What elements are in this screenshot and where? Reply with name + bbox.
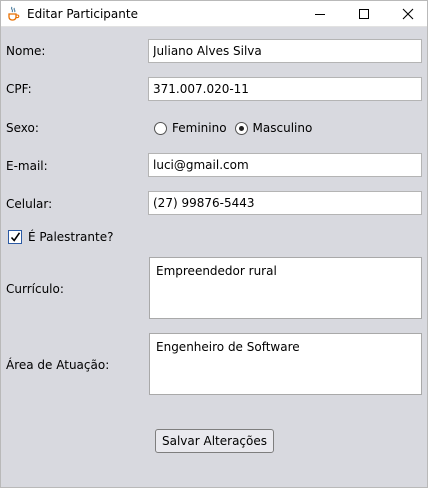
form-panel: Nome: CPF: Sexo: Feminino Masculino E-ma…: [1, 28, 427, 487]
email-field[interactable]: [148, 153, 422, 177]
palestrante-checkbox-row[interactable]: É Palestrante?: [8, 229, 113, 245]
minimize-icon: [315, 14, 325, 15]
minimize-button[interactable]: [297, 1, 343, 27]
cpf-label: CPF:: [6, 82, 32, 96]
java-cup-icon: [6, 6, 21, 21]
radio-feminino-label[interactable]: Feminino: [172, 121, 227, 135]
checkmark-icon: [10, 232, 21, 242]
curriculo-label: Currículo:: [6, 282, 64, 296]
radio-masculino-label[interactable]: Masculino: [253, 121, 313, 135]
edit-participant-window: Editar Participante Nome: CPF: Sexo: Fem…: [0, 0, 428, 488]
curriculo-textarea[interactable]: Empreendedor rural: [149, 257, 422, 319]
sexo-label: Sexo:: [6, 121, 39, 135]
save-changes-button[interactable]: Salvar Alterações: [155, 429, 274, 453]
maximize-icon: [359, 9, 369, 19]
title-bar: Editar Participante: [1, 1, 427, 27]
nome-field[interactable]: [148, 39, 422, 63]
palestrante-label[interactable]: É Palestrante?: [28, 230, 113, 244]
sexo-radio-group: Feminino Masculino: [154, 118, 320, 138]
celular-field[interactable]: [148, 191, 422, 215]
close-button[interactable]: [385, 1, 427, 27]
email-label: E-mail:: [6, 159, 48, 173]
maximize-button[interactable]: [341, 1, 387, 27]
cpf-field[interactable]: [148, 77, 422, 101]
radio-feminino[interactable]: [154, 121, 167, 135]
radio-masculino[interactable]: [234, 121, 248, 135]
area-atuacao-label: Área de Atuação:: [6, 358, 110, 372]
celular-label: Celular:: [6, 197, 53, 211]
palestrante-checkbox[interactable]: [8, 230, 22, 244]
area-atuacao-textarea[interactable]: Engenheiro de Software: [149, 333, 422, 395]
close-icon: [402, 8, 414, 20]
nome-label: Nome:: [6, 44, 46, 58]
window-title: Editar Participante: [27, 7, 138, 21]
